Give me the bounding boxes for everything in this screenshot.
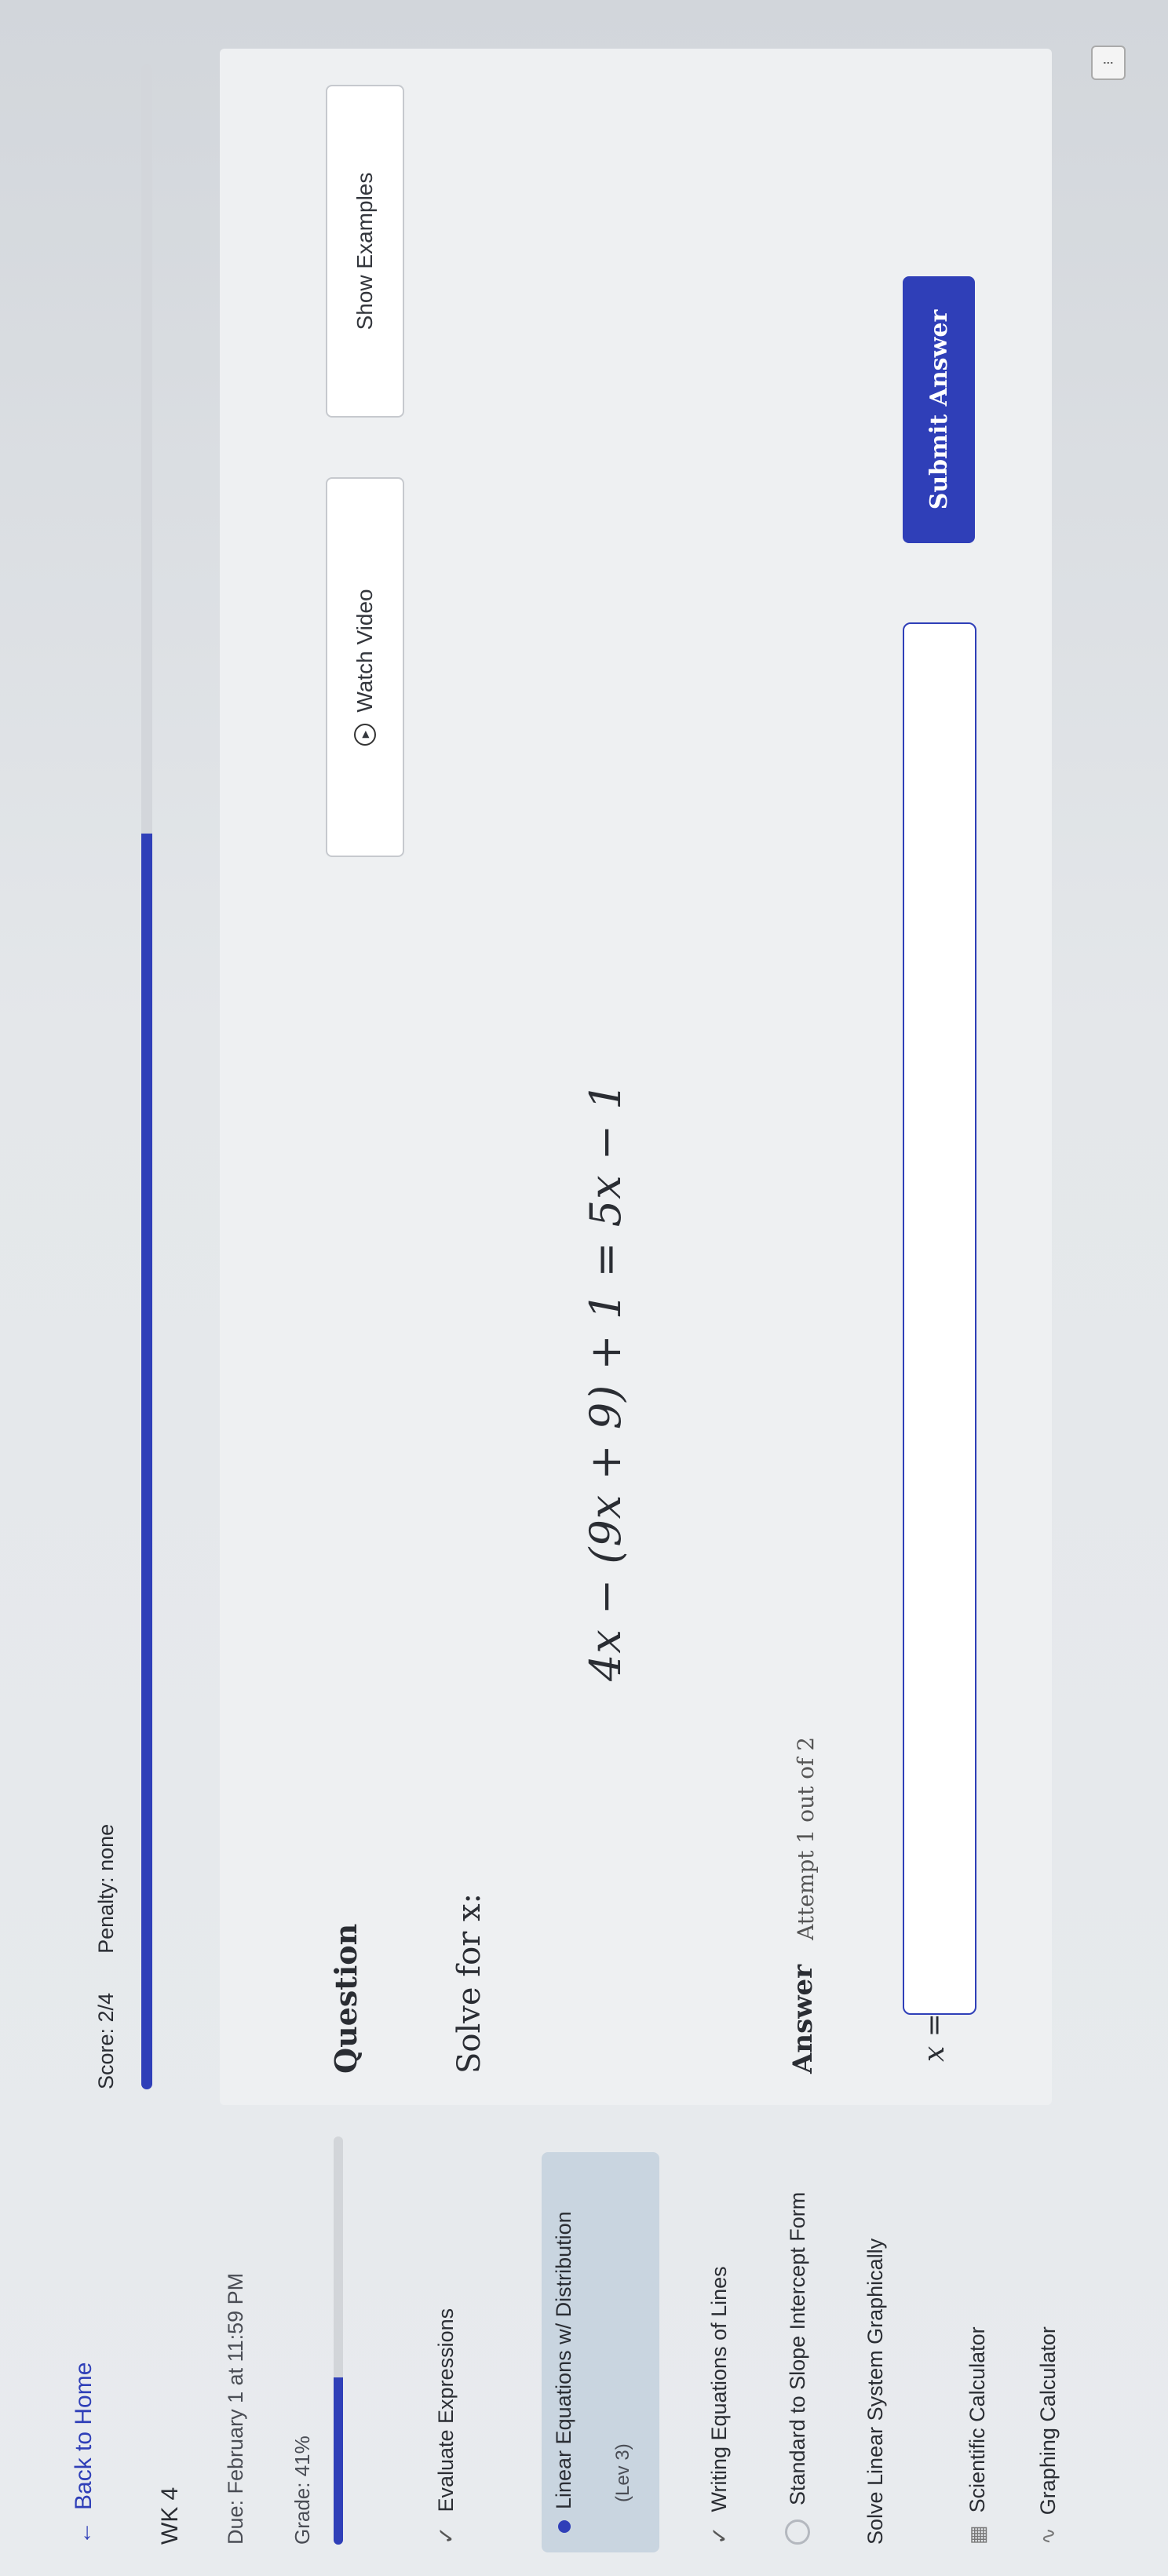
answer-input[interactable] — [903, 622, 976, 2015]
topic-label: Linear Equations w/ Distribution — [552, 2211, 575, 2509]
topic-standard-to-slope[interactable]: Standard to Slope Intercept Form — [785, 2192, 810, 2545]
watch-video-label: Watch Video — [352, 589, 377, 713]
watch-video-button[interactable]: ▶ Watch Video — [326, 477, 404, 857]
topic-label: Evaluate Expressions — [434, 2308, 458, 2512]
due-date: Due: February 1 at 11:59 PM — [224, 2272, 247, 2545]
keyboard-toggle-icon[interactable]: ⁝ — [1091, 46, 1126, 80]
score-header: Score: 2/4 Penalty: none — [94, 1824, 119, 2089]
tool-label: Graphing Calculator — [1036, 2326, 1060, 2516]
score-text: Score: 2/4 — [94, 1992, 118, 2089]
question-heading: Question — [328, 1923, 363, 2074]
grade-progress-fill — [334, 2377, 343, 2545]
scientific-calculator-link[interactable]: ▦ Scientific Calculator — [965, 2326, 990, 2545]
assignment-title: WK 4 — [157, 2487, 183, 2545]
show-examples-label: Show Examples — [352, 172, 377, 330]
back-label: Back to Home — [71, 2362, 97, 2510]
grade-progress-bar — [334, 2136, 343, 2545]
topic-label: Standard to Slope Intercept Form — [785, 2191, 809, 2505]
equation: 4x − (9x + 9) + 1 = 5x − 1 — [581, 1082, 630, 1681]
show-examples-button[interactable]: Show Examples — [326, 85, 404, 418]
penalty-text: Penalty: none — [94, 1823, 118, 1954]
score-progress-bar — [141, 64, 152, 2089]
answer-heading: Answer — [787, 1964, 819, 2074]
attempt-counter: Attempt 1 out of 2 — [793, 1736, 819, 1940]
question-prompt: Solve for x: — [451, 1892, 487, 2074]
incomplete-circle-icon — [785, 2519, 810, 2545]
topic-writing-equations[interactable]: ✓ Writing Equations of Lines — [706, 2266, 732, 2545]
topic-solve-linear-system[interactable]: Solve Linear System Graphically — [863, 2238, 888, 2545]
topic-level: (Lev 3) — [612, 2443, 633, 2502]
graphing-calculator-link[interactable]: ∿ Graphing Calculator — [1036, 2326, 1060, 2545]
calculator-icon: ▦ — [965, 2525, 989, 2545]
topic-label: Writing Equations of Lines — [707, 2266, 731, 2512]
play-icon: ▶ — [354, 723, 376, 746]
submit-answer-button[interactable]: Submit Answer — [903, 276, 975, 543]
tool-label: Scientific Calculator — [965, 2326, 989, 2513]
topic-evaluate-expressions[interactable]: ✓ Evaluate Expressions — [433, 2308, 459, 2545]
active-topic-title: Linear Equations w/ Distribution — [552, 2211, 576, 2533]
graph-icon: ∿ — [1036, 2527, 1060, 2545]
answer-variable-label: x = — [918, 2013, 951, 2062]
page-canvas: ← Back to Home WK 4 Due: February 1 at 1… — [0, 0, 1168, 2576]
back-to-home-link[interactable]: ← Back to Home — [71, 2363, 97, 2545]
checkmark-icon: ✓ — [707, 2526, 732, 2545]
arrow-left-icon: ← — [71, 2521, 97, 2545]
grade-text: Grade: 41% — [290, 2436, 314, 2545]
score-progress-fill — [141, 834, 152, 2089]
checkmark-icon: ✓ — [434, 2526, 458, 2545]
topic-label: Solve Linear System Graphically — [863, 2238, 887, 2545]
current-topic-dot-icon — [558, 2520, 571, 2533]
